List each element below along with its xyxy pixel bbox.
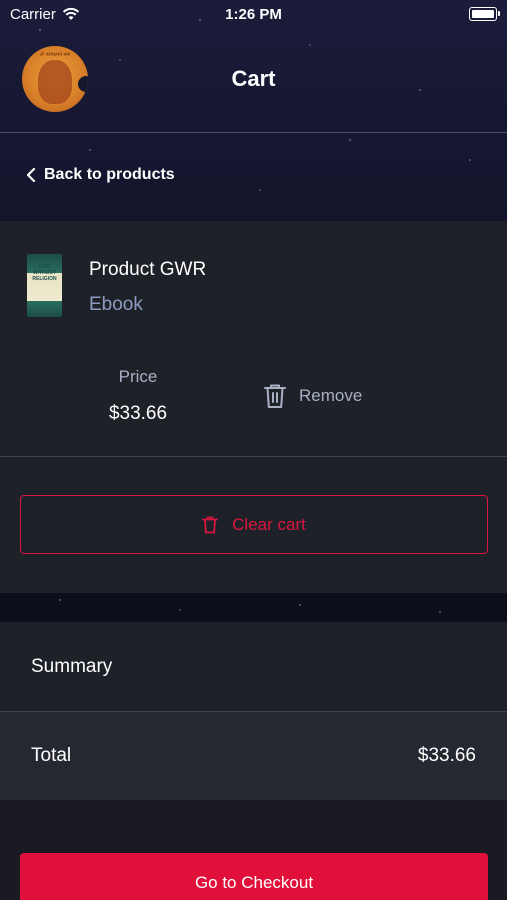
clear-cart-button[interactable]: Clear cart xyxy=(20,495,488,554)
go-to-checkout-button[interactable]: Go to Checkout xyxy=(20,853,488,900)
total-value: $33.66 xyxy=(417,745,476,766)
checkout-area: Go to Checkout xyxy=(0,800,507,900)
product-type: Ebook xyxy=(89,294,143,315)
cart-card: GOD WITHOUT RELIGION Product GWR Ebook P… xyxy=(0,221,507,593)
back-label: Back to products xyxy=(44,166,175,183)
trash-icon xyxy=(202,516,219,533)
wifi-icon xyxy=(62,7,79,20)
back-to-products-link[interactable]: Back to products xyxy=(26,166,175,184)
price-value: $33.66 xyxy=(108,403,168,424)
page-title: Cart xyxy=(231,66,276,91)
clear-cart-label: Clear cart xyxy=(232,514,306,534)
header-divider xyxy=(0,132,507,133)
remove-button[interactable]: Remove xyxy=(263,383,362,409)
battery-fill xyxy=(472,10,494,18)
header: ॐ परमात्मने नमः Cart xyxy=(0,28,507,132)
carrier-label: Carrier xyxy=(10,5,56,23)
status-bar: Carrier 1:26 PM xyxy=(0,0,507,28)
logo-text: ॐ परमात्मने नमः xyxy=(39,52,71,58)
summary-title: Summary xyxy=(31,655,113,677)
remove-label: Remove xyxy=(299,386,363,405)
trash-icon xyxy=(264,384,286,408)
chevron-left-icon xyxy=(26,168,36,182)
summary-card: Summary Total $33.66 xyxy=(0,622,507,800)
thumbnail-title: GOD WITHOUT RELIGION xyxy=(32,264,57,282)
battery-icon xyxy=(469,7,500,21)
status-left: Carrier xyxy=(10,6,80,23)
total-row: Total $33.66 xyxy=(0,712,507,800)
price-label: Price xyxy=(118,367,158,386)
item-divider xyxy=(0,456,507,457)
total-label: Total xyxy=(31,745,72,766)
cart-item: GOD WITHOUT RELIGION Product GWR Ebook P… xyxy=(0,221,507,456)
cart-screen: Carrier 1:26 PM ॐ परमात्मने नमः Cart Bac… xyxy=(0,0,507,900)
product-thumbnail: GOD WITHOUT RELIGION xyxy=(27,254,62,317)
product-name: Product GWR xyxy=(89,259,207,280)
